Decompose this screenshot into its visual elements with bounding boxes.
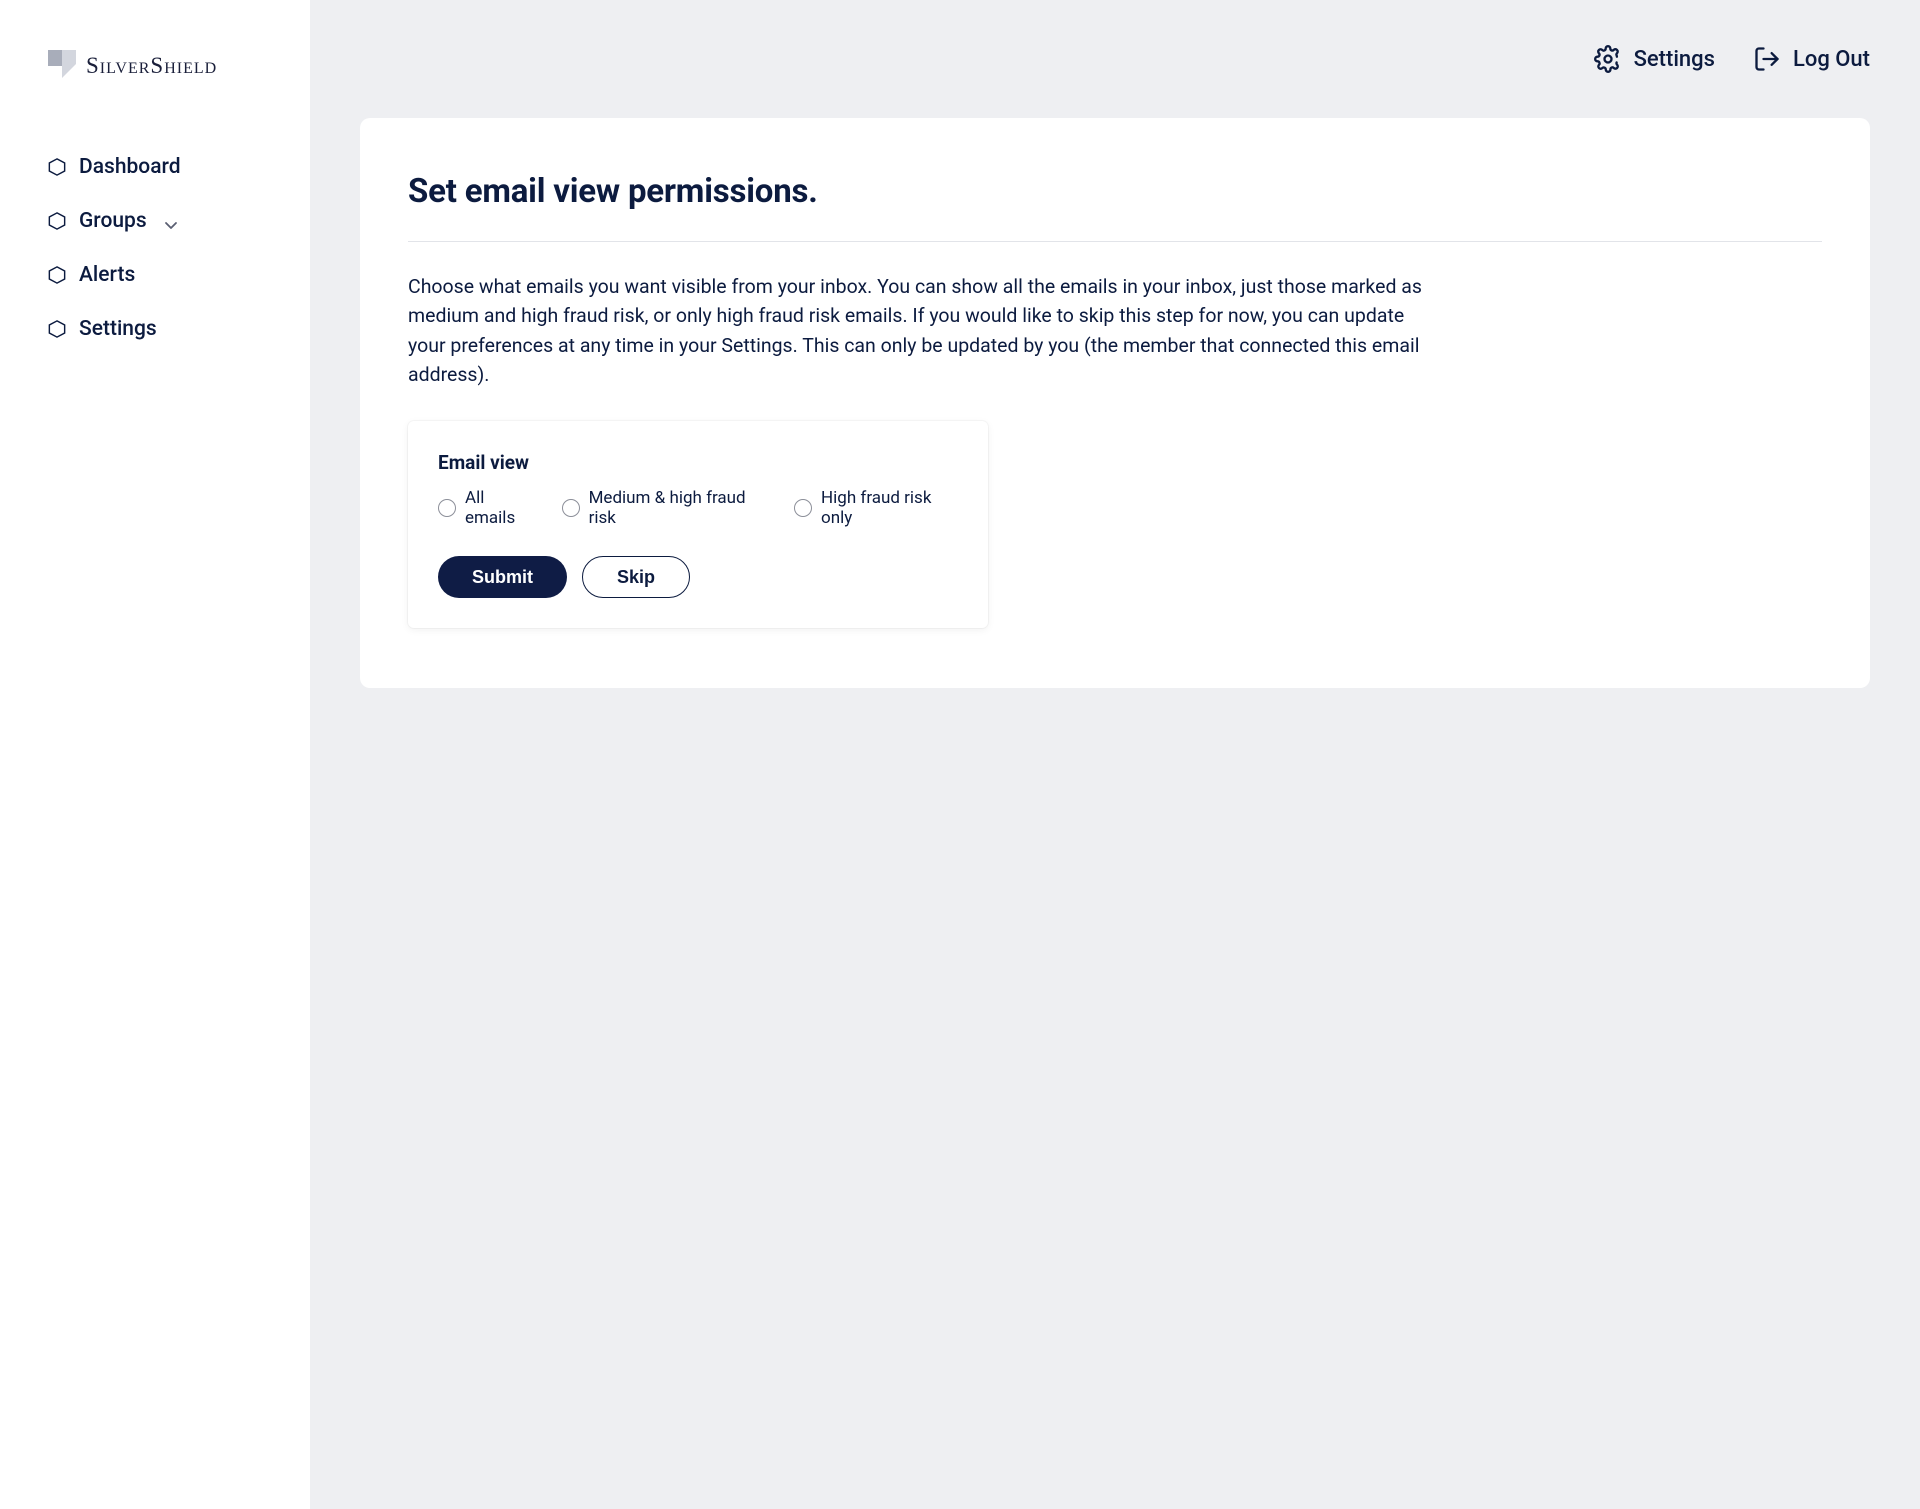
radio-icon: [562, 499, 580, 517]
sidebar-item-label: Alerts: [79, 263, 135, 287]
hexagon-icon: [48, 158, 66, 176]
primary-nav: Dashboard Groups Alerts: [0, 142, 310, 354]
page-description: Choose what emails you want visible from…: [408, 272, 1438, 389]
logout-link[interactable]: Log Out: [1753, 45, 1870, 73]
hexagon-icon: [48, 320, 66, 338]
email-view-form: Email view All emails Medium & high frau…: [408, 421, 988, 628]
radio-option-medium-high[interactable]: Medium & high fraud risk: [562, 488, 766, 528]
skip-button[interactable]: Skip: [582, 556, 690, 598]
radio-group-email-view: All emails Medium & high fraud risk High…: [438, 488, 958, 528]
main-area: Settings Log Out Set email view permissi…: [310, 0, 1920, 1509]
sidebar-item-dashboard[interactable]: Dashboard: [48, 142, 310, 192]
shield-icon: [48, 50, 76, 82]
sidebar-item-label: Dashboard: [79, 155, 181, 179]
topbar-link-label: Settings: [1634, 47, 1715, 72]
topbar: Settings Log Out: [310, 0, 1920, 118]
sidebar-item-label: Groups: [79, 209, 147, 233]
hexagon-icon: [48, 266, 66, 284]
content-card: Set email view permissions. Choose what …: [360, 118, 1870, 688]
divider: [408, 241, 1822, 242]
radio-option-high-only[interactable]: High fraud risk only: [794, 488, 958, 528]
form-section-label: Email view: [438, 451, 958, 474]
page-title: Set email view permissions.: [408, 172, 1822, 211]
radio-label: High fraud risk only: [821, 488, 958, 528]
brand-name: SilverShield: [86, 53, 217, 79]
radio-label: All emails: [465, 488, 534, 528]
radio-option-all-emails[interactable]: All emails: [438, 488, 534, 528]
logout-icon: [1753, 45, 1781, 73]
sidebar-item-alerts[interactable]: Alerts: [48, 250, 310, 300]
sidebar-item-label: Settings: [79, 317, 157, 341]
radio-icon: [438, 499, 456, 517]
sidebar-item-settings[interactable]: Settings: [48, 304, 310, 354]
radio-label: Medium & high fraud risk: [589, 488, 766, 528]
sidebar: SilverShield Dashboard Groups: [0, 0, 310, 1509]
brand-logo[interactable]: SilverShield: [0, 50, 310, 142]
settings-link[interactable]: Settings: [1594, 45, 1715, 73]
radio-icon: [794, 499, 812, 517]
topbar-link-label: Log Out: [1793, 47, 1870, 72]
submit-button[interactable]: Submit: [438, 556, 567, 598]
chevron-down-icon: [164, 214, 178, 228]
hexagon-icon: [48, 212, 66, 230]
sidebar-item-groups[interactable]: Groups: [48, 196, 310, 246]
gear-icon: [1594, 45, 1622, 73]
